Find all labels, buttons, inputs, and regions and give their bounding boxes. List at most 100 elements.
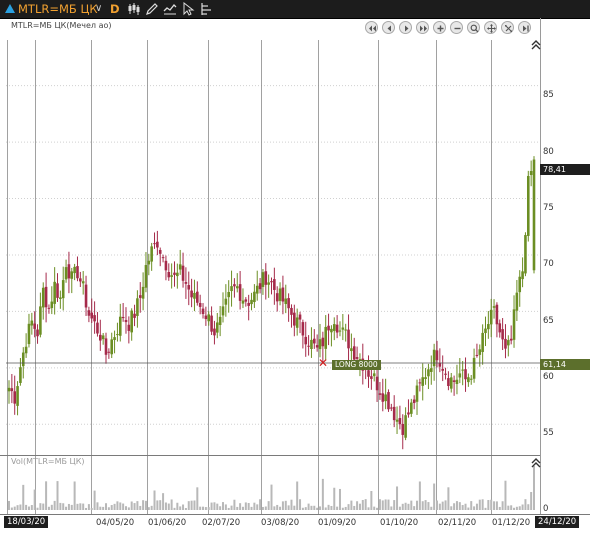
candle-body bbox=[244, 299, 248, 302]
candle-body bbox=[464, 369, 467, 380]
zoom-out-button[interactable] bbox=[450, 21, 463, 34]
candle-body bbox=[113, 337, 116, 340]
volume-bar bbox=[367, 507, 370, 510]
candle-body bbox=[193, 292, 196, 299]
candle-body bbox=[101, 335, 105, 340]
go-end-button[interactable] bbox=[518, 21, 531, 34]
candle-body bbox=[207, 314, 211, 322]
candle-body bbox=[258, 283, 262, 290]
volume-bar bbox=[515, 506, 518, 510]
volume-bar bbox=[10, 507, 13, 510]
volume-bar bbox=[233, 499, 236, 510]
price-tick: 65 bbox=[543, 316, 554, 326]
candle-body bbox=[312, 338, 316, 344]
volume-bar bbox=[216, 503, 219, 510]
plus-icon bbox=[437, 25, 444, 32]
double-chevron-up-icon[interactable] bbox=[531, 40, 541, 50]
volume-bar bbox=[293, 505, 296, 510]
volume-bar bbox=[190, 500, 193, 510]
candle-body bbox=[432, 349, 436, 367]
candle-body bbox=[67, 264, 71, 279]
volume-bar bbox=[65, 506, 68, 510]
candle-body bbox=[107, 351, 111, 353]
date-axis-start: 18/03/20 bbox=[4, 516, 49, 528]
rewind-fast-button[interactable] bbox=[365, 21, 378, 34]
volume-bar bbox=[93, 490, 96, 510]
volume-bar bbox=[202, 506, 205, 510]
candle-body bbox=[124, 319, 128, 323]
candle-body bbox=[384, 394, 387, 402]
long-order-label[interactable]: LONG 8000 bbox=[332, 360, 381, 370]
volume-bar bbox=[142, 500, 145, 510]
candle-body bbox=[278, 288, 282, 301]
volume-bar bbox=[259, 499, 262, 510]
candle-body bbox=[44, 286, 48, 308]
volume-bar bbox=[119, 502, 122, 510]
candle-body bbox=[130, 310, 133, 333]
double-chevron-up-icon[interactable] bbox=[531, 458, 541, 468]
date-tick: 02/11/20 bbox=[438, 518, 477, 528]
zoom-fit-button[interactable] bbox=[467, 21, 480, 34]
candle-body bbox=[156, 241, 159, 248]
volume-bar bbox=[495, 501, 498, 510]
volume-bar bbox=[110, 505, 113, 510]
candle-body bbox=[73, 266, 76, 274]
volume-bar bbox=[336, 506, 339, 510]
volume-bar bbox=[450, 506, 453, 510]
candle-body bbox=[84, 284, 88, 308]
step-forward-button[interactable] bbox=[399, 21, 412, 34]
volume-bar bbox=[13, 506, 16, 510]
candle-body bbox=[375, 376, 379, 391]
volume-bar bbox=[196, 487, 199, 510]
candle-body bbox=[233, 284, 236, 287]
candle-body bbox=[455, 379, 459, 385]
volume-bar bbox=[96, 502, 99, 510]
volume-bar bbox=[253, 502, 256, 510]
candle-body bbox=[489, 309, 493, 325]
candle-body bbox=[178, 264, 182, 270]
candle-body bbox=[315, 345, 319, 348]
forward-fast-button[interactable] bbox=[416, 21, 429, 34]
candle-body bbox=[298, 314, 302, 320]
date-tick: 01/10/20 bbox=[380, 518, 419, 528]
candle-body bbox=[524, 235, 527, 274]
candle-body bbox=[355, 357, 359, 359]
volume-bar bbox=[45, 481, 48, 510]
price-chart[interactable] bbox=[0, 0, 590, 532]
candle-body bbox=[327, 325, 330, 331]
step-back-button[interactable] bbox=[382, 21, 395, 34]
candle-body bbox=[324, 326, 328, 349]
candle-body bbox=[41, 287, 45, 308]
volume-bar bbox=[458, 502, 461, 510]
volume-bar bbox=[481, 499, 484, 510]
candle-body bbox=[492, 306, 496, 308]
candle-body bbox=[221, 306, 225, 316]
volume-bar bbox=[404, 502, 407, 510]
candle-body bbox=[187, 285, 191, 290]
move-button[interactable] bbox=[484, 21, 497, 34]
candle-body bbox=[392, 406, 396, 421]
volume-bar bbox=[79, 503, 82, 510]
candle-body bbox=[395, 419, 399, 422]
candle-body bbox=[27, 323, 31, 345]
candle-body bbox=[261, 272, 265, 287]
reset-button[interactable] bbox=[501, 21, 514, 34]
candle-body bbox=[332, 324, 336, 331]
volume-title: Vol(MTLR=МБ ЦК) bbox=[11, 457, 85, 466]
candle-body bbox=[147, 260, 151, 265]
volume-bar bbox=[284, 500, 287, 510]
volume-bar bbox=[85, 507, 88, 510]
chevron-left-icon bbox=[387, 25, 391, 32]
zoom-in-button[interactable] bbox=[433, 21, 446, 34]
volume-bar bbox=[530, 492, 533, 510]
candle-body bbox=[127, 324, 131, 331]
cancel-order-icon[interactable]: ✕ bbox=[318, 357, 328, 369]
volume-bar bbox=[533, 466, 535, 510]
volume-bar bbox=[273, 506, 276, 510]
volume-bar bbox=[513, 507, 516, 510]
volume-bar bbox=[410, 500, 413, 510]
volume-bar bbox=[70, 504, 73, 510]
candle-body bbox=[381, 393, 385, 402]
volume-bar bbox=[207, 507, 210, 510]
volume-bar bbox=[82, 503, 85, 510]
